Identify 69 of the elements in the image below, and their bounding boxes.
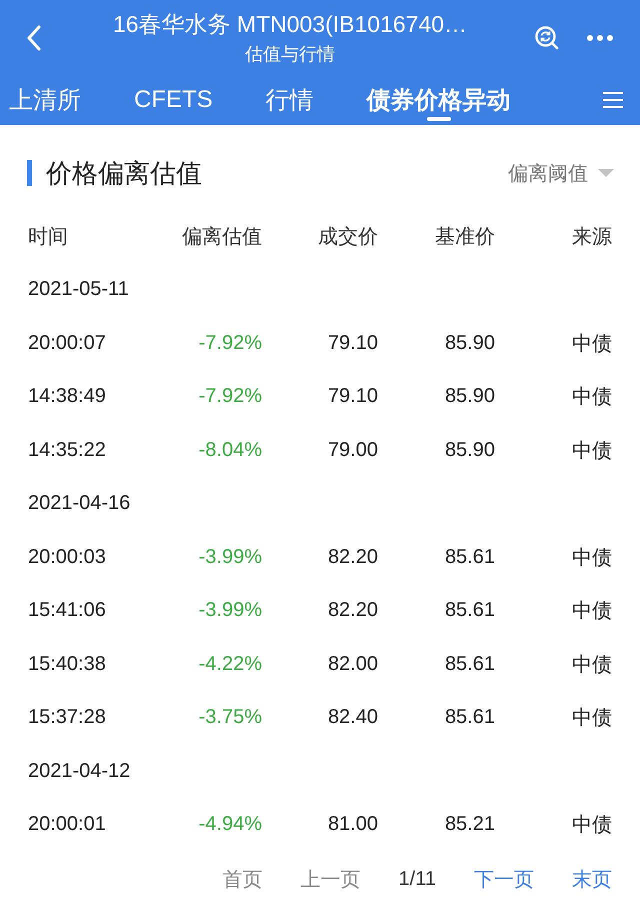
- source-cell-text: 中债: [571, 813, 612, 838]
- date-label: 2021-04-12: [28, 760, 130, 783]
- time-cell-text: 20:00:01: [28, 813, 107, 836]
- price-cell-text: 82.00: [326, 652, 378, 676]
- time-cell-text: 14:38:49: [28, 385, 107, 408]
- menu-button[interactable]: [602, 91, 624, 109]
- source-cell-text: 中债: [571, 438, 612, 464]
- tab[interactable]: 债券价格异动: [366, 75, 511, 125]
- time-cell-text: 20:00:03: [28, 546, 107, 569]
- page-link[interactable]: 下一页: [474, 866, 534, 892]
- caret-icon: [598, 168, 614, 178]
- source-cell-text: 中债: [571, 332, 612, 357]
- refresh-search-icon: [534, 24, 560, 50]
- deviation-cell-text: -3.99%: [198, 599, 262, 622]
- back-button[interactable]: [26, 24, 42, 50]
- deviation-cell-text: -4.22%: [198, 652, 262, 676]
- section-accent: [27, 160, 32, 186]
- menu-icon: [602, 91, 624, 109]
- column-header: 来源: [571, 224, 612, 250]
- more-button[interactable]: [586, 34, 614, 42]
- benchmark-cell-text: 85.90: [444, 438, 495, 462]
- benchmark-cell-text: 85.61: [444, 546, 495, 569]
- price-cell-text: 82.40: [326, 706, 378, 730]
- deviation-cell-text: -7.92%: [198, 385, 262, 408]
- back-icon: [26, 24, 42, 50]
- benchmark-cell-text: 85.90: [444, 332, 495, 355]
- deviation-cell-text: -3.99%: [198, 546, 262, 569]
- source-cell-text: 中债: [571, 599, 612, 624]
- time-cell-text: 15:37:28: [28, 706, 107, 730]
- deviation-cell-text: -7.92%: [198, 332, 262, 355]
- benchmark-cell-text: 85.21: [444, 813, 495, 836]
- deviation-cell-text: -8.04%: [198, 438, 262, 462]
- price-cell-text: 82.20: [326, 599, 378, 622]
- window-subtitle: 估值与行情: [245, 43, 335, 66]
- time-cell-text: 15:41:06: [28, 599, 107, 622]
- column-header: 基准价: [434, 224, 495, 250]
- time-cell-text: 14:35:22: [28, 438, 107, 462]
- tab[interactable]: CFETS: [134, 75, 213, 125]
- refresh-search-button[interactable]: [534, 24, 560, 50]
- page-count: 1/11: [398, 868, 436, 890]
- page-link[interactable]: 末页: [572, 866, 612, 892]
- time-cell-text: 20:00:07: [28, 332, 107, 355]
- price-cell-text: 79.00: [326, 438, 378, 462]
- benchmark-cell-text: 85.61: [444, 599, 495, 622]
- source-cell-text: 中债: [571, 385, 612, 410]
- tab[interactable]: 上清所: [9, 75, 81, 125]
- column-header: 时间: [28, 224, 69, 250]
- price-cell-text: 79.10: [326, 385, 378, 408]
- deviation-cell-text: -4.94%: [198, 813, 262, 836]
- tab[interactable]: 行情: [266, 75, 314, 125]
- column-header: 成交价: [317, 224, 378, 250]
- more-icon: [586, 34, 614, 42]
- benchmark-cell-text: 85.61: [444, 652, 495, 676]
- column-header: 偏离估值: [181, 224, 262, 250]
- section-title: 价格偏离估值: [46, 156, 202, 190]
- benchmark-cell-text: 85.61: [444, 706, 495, 730]
- source-cell-text: 中债: [571, 706, 612, 732]
- source-cell-text: 中债: [571, 546, 612, 571]
- window-title: 16春华水务 MTN003(IB1016740…: [112, 10, 468, 39]
- time-cell-text: 15:40:38: [28, 652, 107, 676]
- price-cell-text: 79.10: [326, 332, 378, 355]
- date-label: 2021-04-16: [28, 492, 130, 516]
- source-cell-text: 中债: [571, 652, 612, 678]
- threshold-dropdown[interactable]: 偏离阈值: [508, 160, 614, 186]
- price-cell-text: 81.00: [326, 813, 378, 836]
- price-cell-text: 82.20: [326, 546, 378, 569]
- deviation-cell-text: -3.75%: [198, 706, 262, 730]
- date-label: 2021-05-11: [28, 278, 129, 302]
- benchmark-cell-text: 85.90: [444, 385, 495, 408]
